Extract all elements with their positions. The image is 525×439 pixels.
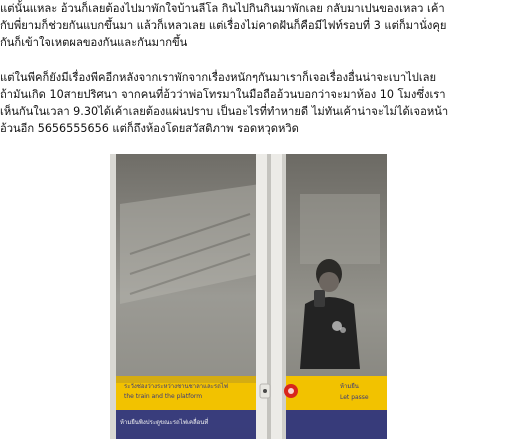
sign-right-english-text: Let passe	[340, 394, 369, 401]
paragraph-2: แต่ในพีคก็ยังมีเรื่องพีคอีกหลังจากเราพัก…	[0, 69, 525, 137]
sign-left-thai-text: ระวังช่องว่างระหว่างชานชาลาและรถไฟ	[124, 382, 228, 390]
sign-left-english-text: the train and the platform	[124, 393, 202, 400]
passenger-sign: ห้ามยืน Let passe	[286, 376, 387, 439]
paragraph-2-line-2: ถ้ามันเกิด 10สายปริศนา จากคนที่อ้วว่าพ่อ…	[0, 88, 446, 101]
sign-left-bottom-text: ห้ามยืนพิงประตูขณะรถไฟเคลื่อนที่	[120, 418, 208, 426]
paragraph-2-line-4: อ้วนอีก 5656555656 แต่ก็ถึงห้องโดยสวัสดิ…	[0, 122, 299, 135]
paragraph-1-line-1: แต่นั้นแหละ อ้วนก็เลยต้องไปมาพักใจบ้านลี…	[0, 2, 445, 15]
paragraph-2-line-3: เห็นกันในเวลา 9.30ได้เค้าเลยต้องแผ่นปราบ…	[0, 105, 449, 118]
sign-right-thai-text: ห้ามยืน	[340, 382, 359, 390]
paragraph-2-line-1: แต่ในพีคก็ยังมีเรื่องพีคอีกหลังจากเราพัก…	[0, 71, 437, 84]
paragraph-1-line-2: กับพี่ยามก็ช่วยกันแบกขึ้นมา แล้วก็เหลวเล…	[0, 19, 447, 32]
paragraph-1: แต่นั้นแหละ อ้วนก็เลยต้องไปมาพักใจบ้านลี…	[0, 0, 525, 51]
paragraph-1-line-3: กันก็เข้าใจเหตผลของกันและกันมากขึ้น	[0, 36, 188, 49]
photo-illustration: ระวังช่องว่างระหว่างชานชาลาและรถไฟ the t…	[110, 154, 387, 439]
train-door-reflection-photo: ระวังช่องว่างระหว่างชานชาลาและรถไฟ the t…	[110, 154, 387, 439]
door-frame-left	[110, 154, 116, 439]
platform-gap-sign: ระวังช่องว่างระหว่างชานชาลาและรถไฟ the t…	[116, 376, 256, 439]
